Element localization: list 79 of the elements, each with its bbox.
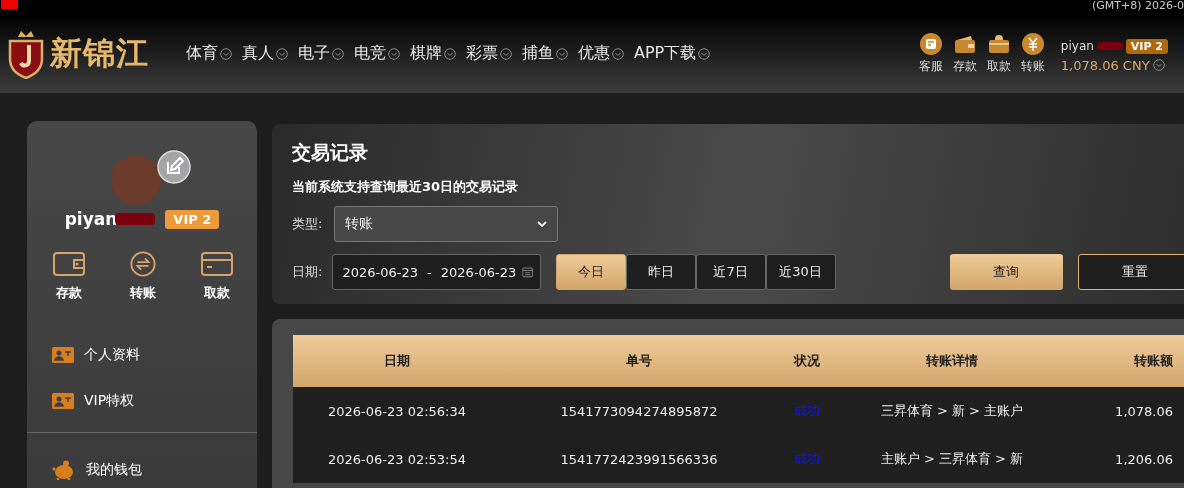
date-range-tab[interactable]: 今日 [555, 254, 626, 290]
vip-badge: VIP 2 [1125, 38, 1168, 54]
logo[interactable]: 新锦江 [6, 28, 186, 79]
nav-link[interactable]: 电竞 [354, 43, 400, 64]
nav-link[interactable]: 彩票 [466, 43, 512, 64]
piggy-bank-icon [52, 460, 76, 480]
shield-logo-icon [6, 28, 46, 79]
nav-link[interactable]: 棋牌 [410, 43, 456, 64]
header-action-link[interactable]: 客服 [918, 32, 943, 75]
table-cell: 1541772423991566336 [501, 435, 777, 483]
id-card-icon [52, 393, 74, 409]
chevron-icon [388, 47, 400, 60]
column-header: 转账额 [1134, 353, 1173, 368]
chevron-icon [698, 47, 711, 60]
sidebar-menu-item[interactable]: VIP特权 [27, 378, 257, 424]
dropdown-icon[interactable] [1152, 59, 1165, 71]
card-icon [986, 32, 1011, 56]
page-title: 交易记录 [292, 140, 369, 165]
reset-button[interactable]: 重置 [1078, 254, 1184, 290]
username-text: piyan [1060, 39, 1094, 53]
date-label: 日期: [292, 263, 324, 281]
avatar-placeholder [111, 155, 161, 205]
wallet-icon [53, 251, 85, 277]
transfer-icon [129, 251, 157, 277]
column-header: 转账详情 [926, 353, 978, 368]
yuan-coin-icon [1020, 32, 1045, 56]
id-card-icon [52, 347, 74, 363]
table-cell: 1,206.06 [1067, 435, 1184, 483]
type-select[interactable]: 转账 [334, 206, 558, 242]
username-text: piyan [64, 209, 118, 229]
chevron-icon [276, 47, 288, 60]
table-cell: 2026-06-23 02:56:34 [293, 387, 501, 435]
redaction-mark [1096, 42, 1123, 50]
vip-badge: VIP 2 [165, 209, 220, 229]
table-cell: 主账户 > 三昇体育 > 新 [837, 435, 1067, 483]
nav-link[interactable]: 体育 [186, 43, 232, 64]
header-action-link[interactable]: 转账 [1020, 32, 1045, 75]
wallet-action-link[interactable]: 转账 [123, 251, 163, 302]
chevron-icon [220, 47, 232, 60]
table-cell: 1541773094274895872 [501, 387, 777, 435]
chat-icon [918, 32, 943, 56]
sidebar-menu-item[interactable]: 我的钱包 [27, 447, 257, 488]
nav-link[interactable]: 捕鱼 [522, 43, 568, 64]
clock-text: (GMT+8) 2026-0 [1092, 0, 1184, 12]
chevron-icon [500, 47, 512, 60]
nav-link[interactable]: 电子 [298, 43, 344, 64]
table-cell: 三昇体育 > 新 > 主账户 [837, 387, 1067, 435]
wallet-action-link[interactable]: 取款 [197, 251, 237, 302]
edit-icon[interactable] [157, 150, 191, 184]
date-range-field[interactable]: 2026-06-23 - 2026-06-23 [331, 254, 541, 290]
date-range-tab[interactable]: 昨日 [625, 254, 696, 290]
query-button[interactable]: 查询 [949, 254, 1064, 290]
calendar-icon[interactable] [522, 265, 534, 279]
header-action-link[interactable]: 存款 [952, 32, 977, 75]
table-cell: 1,078.06 [1067, 387, 1184, 435]
table-cell: 2026-06-23 02:53:54 [293, 435, 501, 483]
chevron-icon [332, 47, 344, 60]
header-action-link[interactable]: 取款 [986, 32, 1011, 75]
date-range-tab[interactable]: 近30日 [765, 254, 836, 290]
status-text: 成功 [777, 387, 837, 435]
date-range-tab[interactable]: 近7日 [695, 254, 766, 290]
column-header: 单号 [626, 353, 652, 368]
sidebar-menu-item[interactable]: 个人资料 [27, 332, 257, 378]
nav-link[interactable]: APP下载 [634, 43, 711, 64]
chevron-icon [556, 47, 568, 60]
chevron-icon [612, 47, 624, 60]
note-text: 当前系统支持查询最近30日的交易记录 [292, 178, 520, 196]
chevron-icon [444, 47, 456, 60]
card-icon [201, 251, 233, 277]
caret-icon [537, 221, 547, 227]
balance-text: 1,078.06 CNY [1060, 57, 1150, 73]
nav-link[interactable]: 真人 [242, 43, 288, 64]
nav-link[interactable]: 优惠 [578, 43, 624, 64]
status-text: 成功 [777, 435, 837, 483]
redaction-mark [115, 213, 156, 225]
wallet-action-link[interactable]: 存款 [49, 251, 89, 302]
type-label: 类型: [292, 215, 324, 233]
column-header: 状况 [794, 353, 820, 368]
column-header: 日期 [384, 353, 410, 368]
